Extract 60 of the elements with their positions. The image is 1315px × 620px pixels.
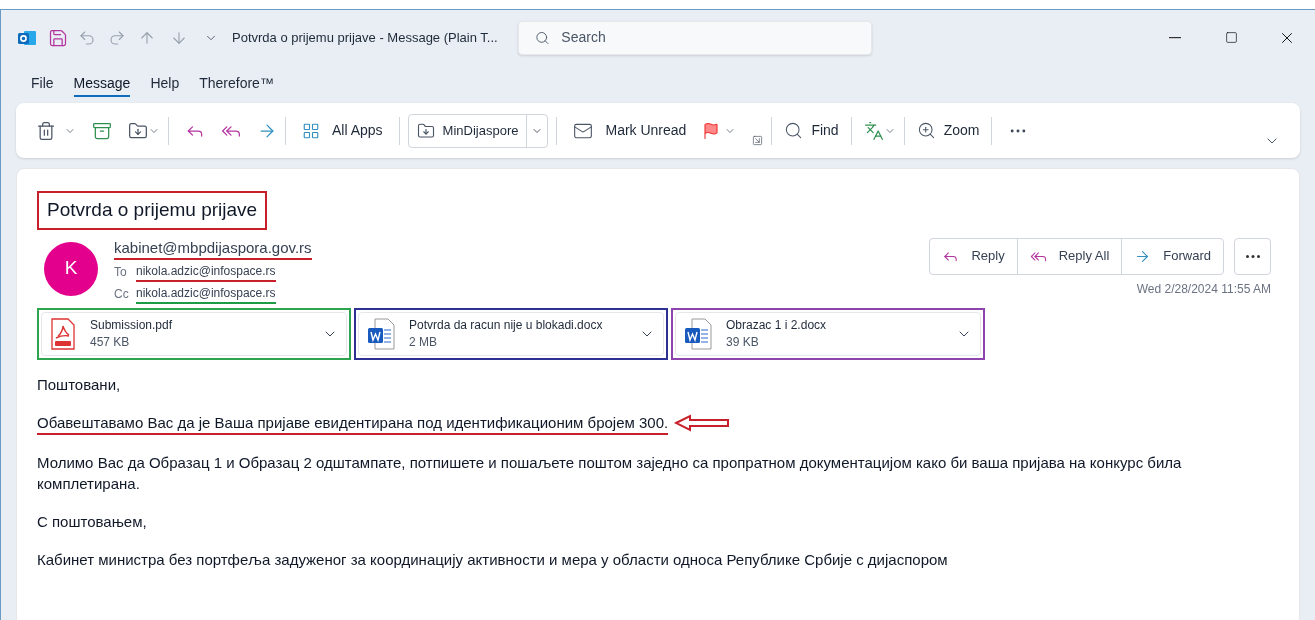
translate-icon[interactable]	[863, 120, 884, 141]
attachment-name: Obrazac 1 i 2.docx	[726, 316, 828, 334]
body-paragraph: Молимо Вас да Образац 1 и Образац 2 одштампате, потпишете и пошаљете поштом заједно са пропратном документацијом како би ваша пријава на конкурс била комплетирана.	[37, 452, 1183, 494]
delete-icon[interactable]	[36, 120, 56, 141]
body-paragraph: С поштовањем,	[37, 511, 148, 532]
message-subject: Potvrda o prijemu prijave	[47, 199, 258, 220]
all-apps-button[interactable]: All Apps	[294, 114, 391, 147]
menu-tab[interactable]: Therefore™	[199, 71, 274, 97]
flag-icon[interactable]	[702, 121, 721, 140]
attachment-card[interactable]: Submission.pdf 457 KB	[41, 311, 347, 356]
redo-icon[interactable]	[108, 28, 126, 47]
message-action-button[interactable]: Reply	[930, 238, 1017, 274]
maximize-icon	[1224, 31, 1238, 44]
attachment-size: 39 KB	[726, 333, 760, 351]
search-icon	[784, 121, 804, 140]
attachment-name: Submission.pdf	[90, 316, 174, 334]
attachment-card[interactable]: Obrazac 1 i 2.docx 39 KB	[675, 311, 981, 356]
menu-tab[interactable]: Message	[73, 71, 131, 97]
word-file-icon	[367, 317, 395, 350]
save-icon[interactable]	[48, 27, 68, 48]
recipient-label: Cc	[114, 285, 130, 303]
highlighted-sentence: Обавештавамо Вас да је Ваша пријаве евидентирана под идентификационим бројем 300.	[37, 411, 669, 435]
message-date: Wed 2/28/2024 11:55 AM	[1136, 280, 1271, 298]
dialog-launcher-icon[interactable]	[752, 135, 764, 146]
mark-unread-button[interactable]: Mark Unread	[565, 114, 695, 147]
undo-icon[interactable]	[78, 28, 96, 47]
search-field[interactable]: Search	[517, 20, 872, 55]
recipient-address[interactable]: nikola.adzic@infospace.rs	[136, 261, 276, 282]
menu-tab[interactable]: File	[31, 71, 54, 97]
attachment-size: 2 MB	[409, 333, 438, 351]
sender-address[interactable]: kabinet@mbpdijaspora.gov.rs	[114, 237, 312, 260]
move-icon[interactable]	[128, 120, 148, 141]
word-file-icon	[684, 317, 712, 350]
menu-tab[interactable]: Help	[150, 71, 180, 97]
search-input[interactable]: Search	[561, 27, 855, 48]
message-action-button[interactable]: Forward	[1121, 238, 1223, 274]
minimize-icon	[1169, 36, 1181, 39]
mail-app-icon	[18, 29, 36, 46]
find-button[interactable]: Find	[780, 114, 843, 147]
attachment-size: 457 KB	[90, 333, 131, 351]
grid-icon	[302, 121, 320, 140]
more-icon	[1245, 254, 1260, 258]
archive-icon[interactable]	[92, 120, 112, 141]
message-action-button[interactable]: Reply All	[1016, 238, 1122, 274]
recipient-address[interactable]: nikola.adzic@infospace.rs	[136, 283, 276, 304]
attachment-name: Potvrda da racun nije u blokadi.docx	[409, 316, 604, 334]
move-to-folder-button[interactable]: MinDijaspore	[407, 113, 549, 148]
folder-icon	[416, 121, 435, 140]
recipient-label: To	[114, 263, 128, 281]
window-title: Potvrda o prijemu prijave - Message (Plain T...	[232, 28, 498, 47]
attachment-card[interactable]: Potvrda da racun nije u blokadi.docx 2 MB	[358, 311, 664, 356]
folder-name: MinDijaspore	[442, 121, 519, 140]
zoom-icon	[916, 121, 936, 140]
sender-avatar: K	[44, 241, 98, 296]
zoom-button[interactable]: Zoom	[912, 114, 984, 147]
pdf-file-icon	[50, 317, 76, 350]
body-paragraph: Поштовани,	[37, 374, 122, 395]
body-paragraph: Кабинет министра без портфеља задуженог за координацију активности и мера у области односа Републике Србије с дијаспором	[37, 549, 949, 570]
annotation-arrow	[674, 414, 731, 432]
search-icon	[534, 29, 550, 46]
